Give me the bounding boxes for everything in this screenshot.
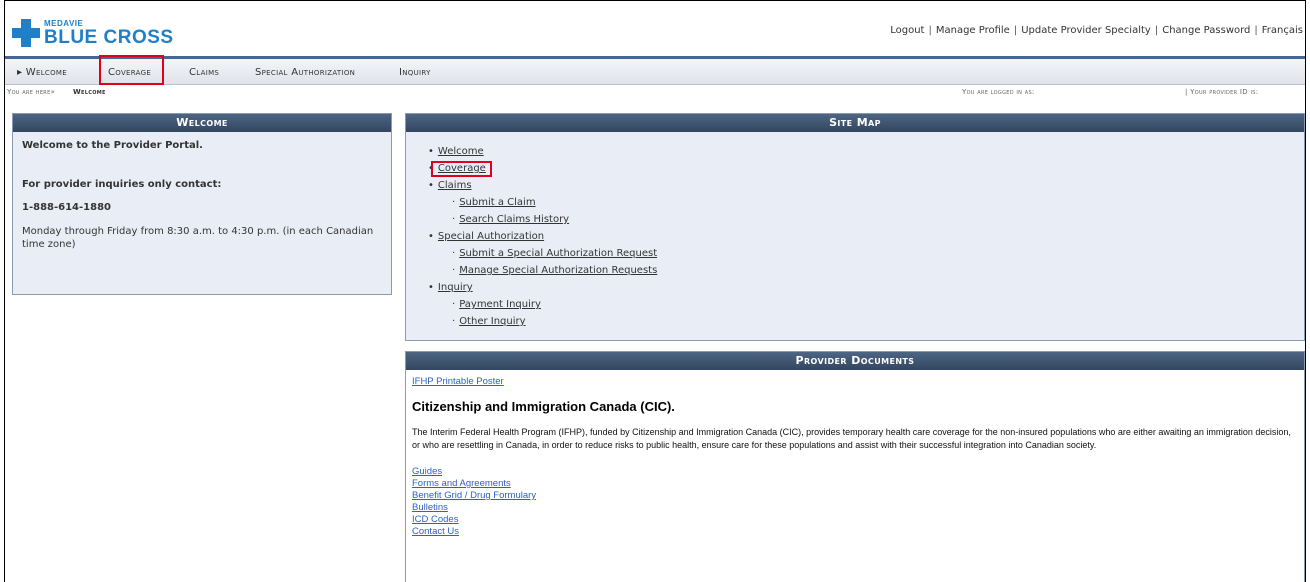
browser-frame: MEDAVIE BLUE CROSS Logout | Manage Profile…: [4, 0, 1306, 582]
bullet-icon: ·: [452, 248, 456, 259]
sitemap-item-claims: • Claims: [428, 180, 472, 191]
sitemap-item-inquiry: • Inquiry: [428, 282, 473, 293]
contact-us-link[interactable]: Contact Us: [412, 526, 1298, 538]
site-header: MEDAVIE BLUE CROSS Logout | Manage Profile…: [5, 1, 1305, 59]
benefit-grid-link[interactable]: Benefit Grid / Drug Formulary: [412, 490, 1298, 502]
sitemap-link-other-inquiry[interactable]: Other Inquiry: [459, 316, 525, 327]
cic-description: The Interim Federal Health Program (IFHP…: [412, 427, 1291, 450]
welcome-panel: Welcome Welcome to the Provider Portal. …: [12, 113, 392, 295]
bullet-icon: •: [428, 180, 434, 191]
welcome-intro: Welcome to the Provider Portal.: [22, 140, 203, 151]
coverage-highlight-box: [99, 55, 164, 85]
logo-blue-cross: BLUE CROSS: [44, 26, 174, 48]
breadcrumb: You are here» Welcome You are logged in …: [5, 85, 1305, 99]
contact-hours: Monday through Friday from 8:30 a.m. to …: [22, 226, 374, 250]
sitemap-item-other-inquiry: · Other Inquiry: [452, 316, 526, 327]
sitemap-link-submit-claim[interactable]: Submit a Claim: [459, 197, 535, 208]
bullet-icon: ·: [452, 214, 456, 225]
bullet-icon: ·: [452, 299, 456, 310]
sitemap-item-manage-sa: · Manage Special Authorization Requests: [452, 265, 657, 276]
sitemap-item-welcome: • Welcome: [428, 146, 484, 157]
provider-id-label: | Your provider ID is:: [1185, 88, 1259, 96]
nav-special-authorization[interactable]: Special Authorization: [255, 67, 355, 78]
bullet-icon: ·: [452, 197, 456, 208]
francais-link[interactable]: Français: [1262, 25, 1303, 36]
nav-welcome[interactable]: ▸ Welcome: [17, 67, 67, 78]
sitemap-item-special-authorization: • Special Authorization: [428, 231, 544, 242]
bullet-icon: •: [428, 146, 434, 157]
cic-heading: Citizenship and Immigration Canada (CIC)…: [412, 399, 675, 414]
change-password-link[interactable]: Change Password: [1162, 25, 1250, 36]
bullet-icon: ·: [452, 316, 456, 327]
welcome-panel-body: Welcome to the Provider Portal. For prov…: [13, 132, 391, 265]
manage-profile-link[interactable]: Manage Profile: [936, 25, 1010, 36]
sitemap-link-inquiry[interactable]: Inquiry: [438, 282, 473, 293]
nav-inquiry[interactable]: Inquiry: [399, 67, 431, 78]
medavie-blue-cross-logo[interactable]: MEDAVIE BLUE CROSS: [12, 19, 174, 47]
header-links: Logout | Manage Profile | Update Provider Sp…: [890, 25, 1303, 36]
icd-codes-link[interactable]: ICD Codes: [412, 514, 1298, 526]
provider-documents-title: Provider Documents: [406, 352, 1304, 370]
bulletins-link[interactable]: Bulletins: [412, 502, 1298, 514]
sitemap-link-payment-inquiry[interactable]: Payment Inquiry: [459, 299, 541, 310]
sitemap-item-submit-claim: · Submit a Claim: [452, 197, 536, 208]
breadcrumb-prefix: You are here»: [7, 88, 56, 96]
coverage-sitemap-highlight-box: [431, 161, 492, 177]
cross-logo-icon: [12, 19, 40, 47]
separator: |: [928, 25, 932, 36]
site-map-panel: Site Map • Welcome • Coverage • Claims · Sub…: [405, 113, 1305, 341]
forms-agreements-link[interactable]: Forms and Agreements: [412, 478, 1298, 490]
sitemap-item-payment-inquiry: · Payment Inquiry: [452, 299, 541, 310]
provider-documents-body: IFHP Printable Poster Citizenship and Im…: [406, 370, 1304, 544]
site-map-title: Site Map: [406, 114, 1304, 132]
provider-documents-panel: Provider Documents IFHP Printable Poster…: [405, 351, 1305, 582]
sitemap-item-submit-sa: · Submit a Special Authorization Request: [452, 248, 657, 259]
sitemap-link-welcome[interactable]: Welcome: [438, 146, 484, 157]
bullet-icon: •: [428, 282, 434, 293]
separator: |: [1013, 25, 1018, 36]
welcome-panel-title: Welcome: [13, 114, 391, 132]
nav-claims[interactable]: Claims: [189, 67, 219, 78]
guides-link[interactable]: Guides: [412, 466, 1298, 478]
breadcrumb-current: Welcome: [73, 88, 106, 96]
update-provider-specialty-link[interactable]: Update Provider Specialty: [1021, 25, 1151, 36]
logged-in-label: You are logged in as:: [962, 88, 1035, 96]
sitemap-link-special-authorization[interactable]: Special Authorization: [438, 231, 544, 242]
sitemap-link-search-claims[interactable]: Search Claims History: [459, 214, 569, 225]
ifhp-poster-link[interactable]: IFHP Printable Poster: [412, 376, 1298, 388]
logo-text: MEDAVIE BLUE CROSS: [44, 19, 174, 48]
sitemap-link-submit-sa[interactable]: Submit a Special Authorization Request: [459, 248, 657, 259]
logout-link[interactable]: Logout: [890, 25, 924, 36]
contact-heading: For provider inquiries only contact:: [22, 179, 222, 190]
separator: |: [1154, 25, 1159, 36]
separator: |: [1254, 25, 1258, 36]
contact-phone: 1-888-614-1880: [22, 202, 111, 213]
main-nav: ▸ Welcome Coverage Claims Special Author…: [5, 55, 1305, 85]
bullet-icon: •: [428, 231, 434, 242]
bullet-icon: ·: [452, 265, 456, 276]
sitemap-link-manage-sa[interactable]: Manage Special Authorization Requests: [459, 265, 657, 276]
sitemap-link-claims[interactable]: Claims: [438, 180, 472, 191]
sitemap-item-search-claims: · Search Claims History: [452, 214, 569, 225]
